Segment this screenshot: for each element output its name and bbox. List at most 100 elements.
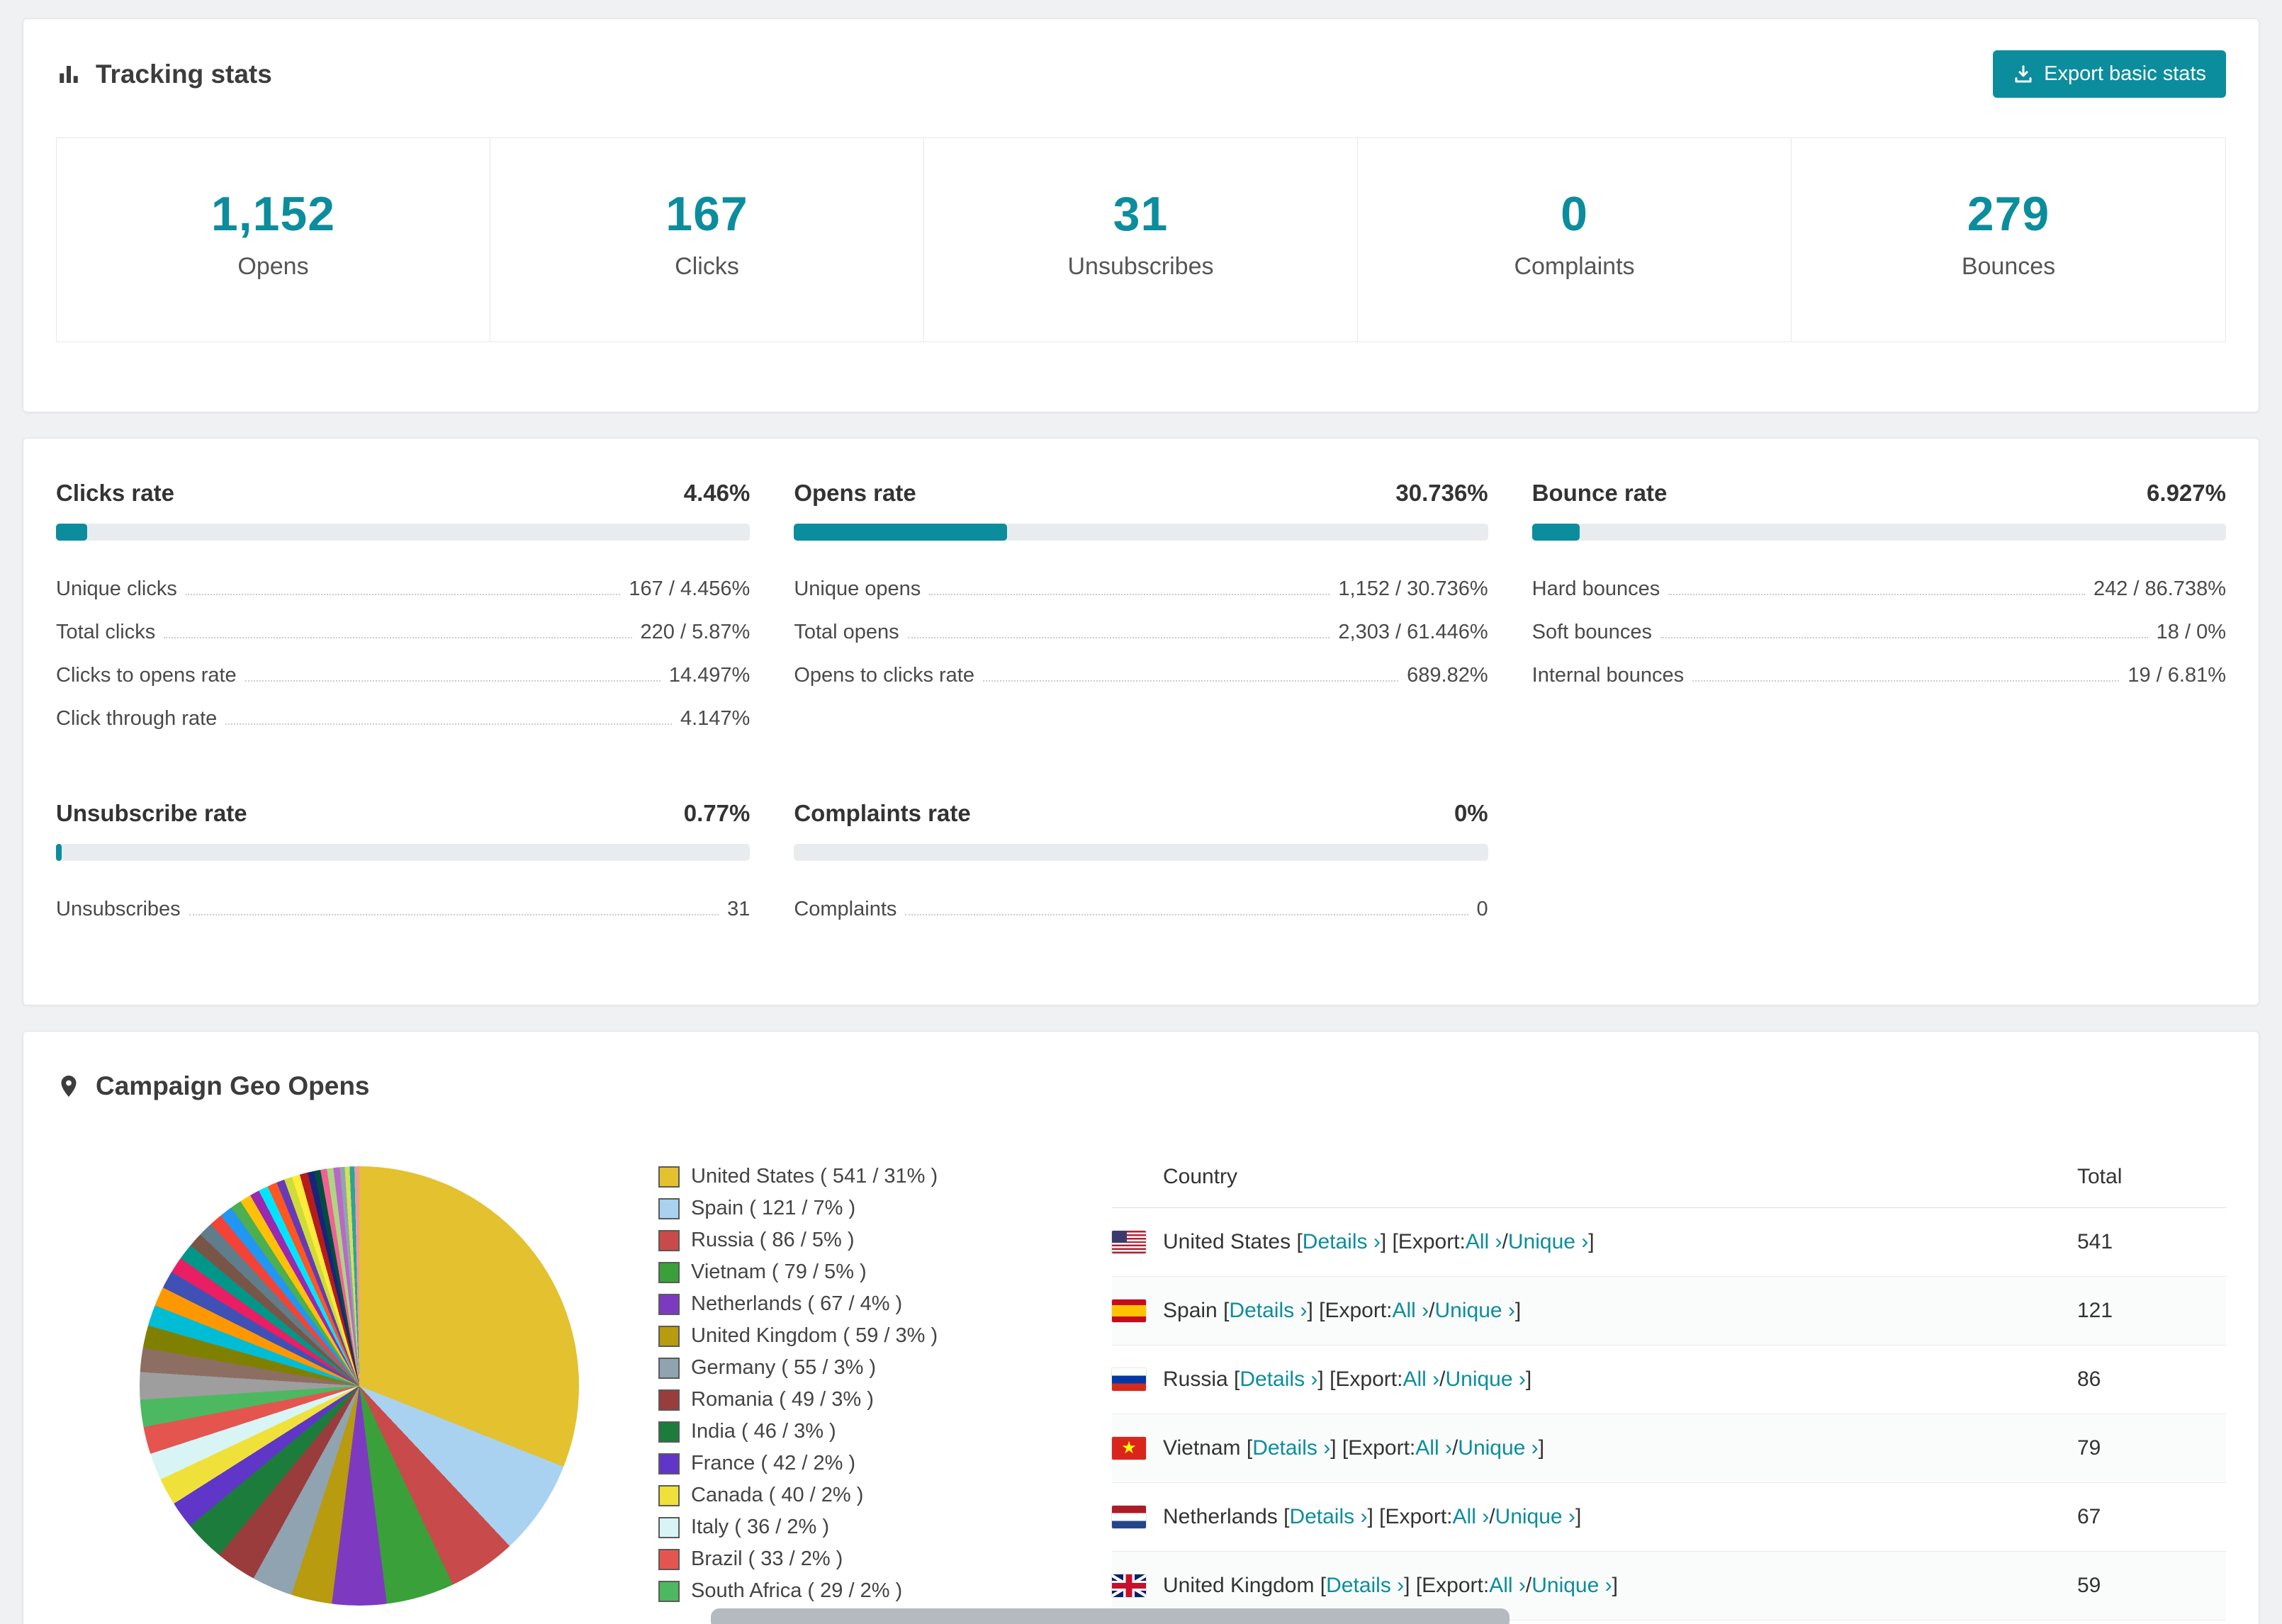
details-link[interactable]: Details ›	[1252, 1436, 1330, 1460]
country-cell: United States [Details ›] [Export: All ›…	[1112, 1230, 2077, 1254]
rate-value: 0.77%	[683, 800, 751, 826]
rate-row: Soft bounces 18 / 0%	[1532, 611, 2226, 654]
page: Tracking stats Export basic stats 1,152 O…	[0, 0, 2282, 1624]
export-all-link[interactable]: All ›	[1415, 1436, 1452, 1460]
progress-bar	[794, 524, 1488, 541]
rate-rows: Hard bounces 242 / 86.738% Soft bounces 18 …	[1532, 568, 2226, 697]
country-cell: Vietnam [Details ›] [Export: All › / Uni…	[1112, 1436, 2077, 1460]
legend-label: Spain ( 121 / 7% )	[691, 1197, 856, 1219]
table-row: Vietnam [Details ›] [Export: All › / Uni…	[1112, 1414, 2226, 1483]
rate-row-value: 689.82%	[1407, 664, 1488, 687]
legend-label: South Africa ( 29 / 2% )	[691, 1579, 903, 1602]
legend-swatch	[658, 1261, 680, 1283]
legend-item: India ( 46 / 3% )	[658, 1416, 991, 1448]
dotted-leader	[1668, 594, 2085, 595]
progress-bar	[1531, 524, 2226, 541]
legend-item: France ( 42 / 2% )	[658, 1448, 991, 1479]
dotted-leader	[164, 637, 632, 638]
export-all-link[interactable]: All ›	[1453, 1505, 1490, 1529]
stat-value: 31	[1113, 187, 1169, 241]
rate-row: Internal bounces 19 / 6.81%	[1532, 654, 2226, 697]
rate-row: Total clicks 220 / 5.87%	[56, 611, 750, 654]
stat-box: 1,152 Opens	[57, 138, 490, 342]
total-value: 121	[2077, 1299, 2113, 1322]
rate-block: Complaints rate 0% Complaints 0	[794, 800, 1488, 931]
total-value: 79	[2077, 1436, 2101, 1460]
geo-table-header: Country Total	[1112, 1148, 2226, 1208]
rate-row-value: 2,303 / 61.446%	[1338, 621, 1488, 643]
progress-bar	[56, 524, 751, 541]
dotted-leader	[929, 594, 1330, 595]
legend-item: Vietnam ( 79 / 5% )	[658, 1256, 991, 1288]
rate-row-value: 220 / 5.87%	[640, 621, 751, 643]
stat-label: Opens	[237, 253, 309, 280]
rates-card: Clicks rate 4.46% Unique clicks 167 / 4.456…	[23, 438, 2259, 1005]
rate-row-label: Complaints	[794, 898, 897, 920]
rate-value: 0%	[1454, 800, 1488, 826]
export-unique-link[interactable]: Unique ›	[1458, 1436, 1538, 1460]
export-all-link[interactable]: All ›	[1392, 1299, 1429, 1323]
export-all-link[interactable]: All ›	[1466, 1230, 1502, 1254]
legend-item: Romania ( 49 / 3% )	[658, 1384, 991, 1416]
export-all-link[interactable]: All ›	[1403, 1368, 1439, 1392]
dotted-leader	[185, 594, 621, 595]
country-cell: Spain [Details ›] [Export: All › / Uniqu…	[1112, 1299, 2077, 1323]
flag-netherlands-icon	[1112, 1506, 1146, 1528]
legend-swatch	[658, 1580, 680, 1602]
legend-item: Brazil ( 33 / 2% )	[658, 1543, 991, 1575]
rate-row-value: 4.147%	[680, 707, 751, 730]
legend-swatch	[658, 1293, 680, 1315]
rate-row: Unique opens 1,152 / 30.736%	[794, 568, 1488, 611]
progress-bar	[794, 844, 1488, 861]
export-basic-stats-button[interactable]: Export basic stats	[1993, 50, 2226, 98]
rate-rows: Unsubscribes 31	[56, 888, 750, 931]
campaign-geo-opens-title-text: Campaign Geo Opens	[96, 1071, 370, 1100]
total-column-header: Total	[2077, 1165, 2123, 1188]
rate-row-label: Total opens	[794, 621, 899, 643]
horizontal-scrollbar-thumb[interactable]	[711, 1608, 1510, 1624]
rate-header: Unsubscribe rate 0.77%	[56, 800, 750, 827]
details-link[interactable]: Details ›	[1229, 1299, 1307, 1323]
legend-swatch	[658, 1229, 680, 1251]
rate-row-value: 167 / 4.456%	[629, 577, 751, 600]
geo-pie-chart	[140, 1166, 579, 1606]
pie-legend: United States ( 541 / 31% ) Spain ( 121 /…	[658, 1161, 991, 1607]
rate-row-label: Soft bounces	[1531, 621, 1652, 643]
details-link[interactable]: Details ›	[1289, 1505, 1367, 1529]
rate-block: Opens rate 30.736% Unique opens 1,152 / 30.…	[794, 480, 1488, 740]
flag-united-states-icon	[1112, 1231, 1146, 1253]
geo-content: United States ( 541 / 31% ) Spain ( 121 /…	[56, 1148, 2226, 1624]
rate-row-value: 18 / 0%	[2156, 621, 2226, 643]
rate-value: 4.46%	[683, 480, 751, 506]
dotted-leader	[982, 680, 1399, 682]
legend-swatch	[658, 1325, 680, 1347]
export-unique-link[interactable]: Unique ›	[1508, 1230, 1588, 1254]
legend-swatch	[658, 1166, 680, 1188]
rate-row-label: Internal bounces	[1531, 664, 1685, 687]
export-unique-link[interactable]: Unique ›	[1435, 1299, 1515, 1323]
export-unique-link[interactable]: Unique ›	[1445, 1368, 1525, 1392]
details-link[interactable]: Details ›	[1326, 1574, 1404, 1598]
export-all-link[interactable]: All ›	[1489, 1574, 1526, 1598]
details-link[interactable]: Details ›	[1240, 1368, 1317, 1392]
legend-swatch	[658, 1389, 680, 1411]
export-unique-link[interactable]: Unique ›	[1495, 1505, 1575, 1529]
details-link[interactable]: Details ›	[1303, 1230, 1381, 1254]
geo-table: Country Total United States [Details ›] …	[1112, 1148, 2226, 1624]
rate-row-label: Unsubscribes	[56, 898, 181, 920]
legend-item: Spain ( 121 / 7% )	[658, 1192, 991, 1224]
rate-row-value: 19 / 6.81%	[2128, 664, 2226, 687]
rate-block: Unsubscribe rate 0.77% Unsubscribes 31	[56, 800, 751, 931]
dotted-leader	[244, 680, 661, 682]
rate-header: Clicks rate 4.46%	[56, 480, 750, 507]
legend-label: Russia ( 86 / 5% )	[691, 1229, 855, 1251]
country-column-header: Country	[1163, 1165, 1238, 1188]
export-unique-link[interactable]: Unique ›	[1531, 1574, 1612, 1598]
rate-row: Click through rate 4.147%	[56, 697, 750, 740]
dotted-leader	[905, 914, 1468, 915]
legend-label: Canada ( 40 / 2% )	[691, 1484, 864, 1506]
flag-vietnam-icon	[1112, 1437, 1146, 1460]
dotted-leader	[189, 914, 719, 915]
rate-row: Unique clicks 167 / 4.456%	[56, 568, 750, 611]
stat-label: Bounces	[1961, 253, 2056, 280]
